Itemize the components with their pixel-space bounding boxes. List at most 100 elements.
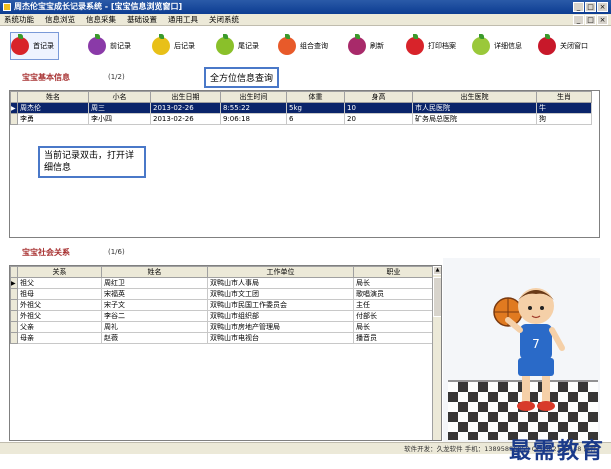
print-archive-button[interactable]: 打印档案: [406, 32, 456, 60]
cell-hospital[interactable]: 矿务局总医院: [412, 113, 537, 125]
cell-nickname[interactable]: 周三: [88, 102, 151, 114]
cell-occupation[interactable]: 局长: [353, 277, 434, 289]
cell-relation[interactable]: 外祖父: [17, 310, 102, 322]
refresh-button[interactable]: 刷新: [348, 32, 384, 60]
col-birth-time[interactable]: 出生时间: [220, 91, 287, 103]
cell-person-name[interactable]: 赵薇: [101, 332, 208, 344]
basic-info-title: 宝宝基本信息: [22, 73, 70, 82]
cell-workplace[interactable]: 双鸭山市人事局: [207, 277, 354, 289]
social-scrollbar[interactable]: ▲: [432, 266, 441, 440]
close-window-button[interactable]: 关闭窗口: [538, 32, 588, 60]
cell-birth-time[interactable]: 9:06:18: [220, 113, 287, 125]
mdi-close-button[interactable]: ×: [597, 15, 608, 25]
maximize-button[interactable]: □: [585, 2, 596, 12]
col-occupation[interactable]: 职业: [353, 266, 434, 278]
cell-height[interactable]: 20: [344, 113, 413, 125]
col-name[interactable]: 姓名: [17, 91, 89, 103]
col-hospital[interactable]: 出生医院: [412, 91, 537, 103]
cell-relation[interactable]: 母亲: [17, 332, 102, 344]
table-row[interactable]: 外祖父 宋子文 双鸭山市民国工作委员会 主任: [10, 299, 434, 311]
scroll-up-icon[interactable]: ▲: [433, 266, 441, 275]
print-archive-label: 打印档案: [428, 42, 456, 50]
col-zodiac[interactable]: 生肖: [536, 91, 592, 103]
minimize-button[interactable]: _: [573, 2, 584, 12]
cell-hospital[interactable]: 市人民医院: [412, 102, 537, 114]
table-row[interactable]: 李勇 李小四 2013-02-26 9:06:18 6 20 矿务局总医院 狗: [10, 113, 592, 125]
peach-icon: [278, 34, 296, 55]
menu-settings[interactable]: 基础设置: [127, 14, 157, 25]
grid-corner: [10, 91, 18, 103]
cell-birth-date[interactable]: 2013-02-26: [150, 102, 221, 114]
mdi-restore-button[interactable]: □: [585, 15, 596, 25]
col-nickname[interactable]: 小名: [88, 91, 151, 103]
next-record-button[interactable]: 后记录: [152, 32, 195, 60]
query-callout: 全方位信息查询: [204, 67, 280, 88]
cell-person-name[interactable]: 周红卫: [101, 277, 208, 289]
cell-zodiac[interactable]: 狗: [536, 113, 592, 125]
cell-person-name[interactable]: 宋福英: [101, 288, 208, 300]
table-row[interactable]: 父亲 周礼 双鸭山市房地产管理局 局长: [10, 321, 434, 333]
cell-birth-time[interactable]: 8:55:22: [220, 102, 287, 114]
row-indicator: [10, 332, 18, 344]
menu-browse[interactable]: 信息浏览: [45, 14, 75, 25]
window-title: 周杰伦宝宝成长记录系统 - [宝宝信息浏览窗口]: [14, 2, 183, 11]
close-button[interactable]: ×: [597, 2, 608, 12]
menu-collect[interactable]: 信息采集: [86, 14, 116, 25]
col-height[interactable]: 身高: [344, 91, 413, 103]
table-row[interactable]: ▶ 祖父 周红卫 双鸭山市人事局 局长: [10, 277, 434, 289]
col-weight[interactable]: 体重: [286, 91, 345, 103]
cell-workplace[interactable]: 双鸭山市电视台: [207, 332, 354, 344]
cell-relation[interactable]: 父亲: [17, 321, 102, 333]
scroll-thumb[interactable]: [433, 277, 441, 317]
last-record-button[interactable]: 尾记录: [216, 32, 259, 60]
menu-system[interactable]: 系统功能: [4, 14, 34, 25]
col-workplace[interactable]: 工作单位: [207, 266, 354, 278]
cell-occupation[interactable]: 歌唱演员: [353, 288, 434, 300]
toolbar: 首记录 前记录 后记录 尾记录 组合查询 刷新 打印档案 详细信息 关闭窗口: [0, 26, 600, 64]
menu-close[interactable]: 关闭系统: [209, 14, 239, 25]
cell-workplace[interactable]: 双鸭山市组织部: [207, 310, 354, 322]
detail-info-button[interactable]: 详细信息: [472, 32, 522, 60]
cell-relation[interactable]: 祖父: [17, 277, 102, 289]
detail-info-label: 详细信息: [494, 42, 522, 50]
cell-relation[interactable]: 祖母: [17, 288, 102, 300]
row-indicator: ▶: [10, 102, 18, 114]
social-grid[interactable]: 关系 姓名 工作单位 职业 ▶ 祖父 周红卫 双鸭山市人事局 局长 祖母 宋福英…: [9, 265, 442, 441]
cell-person-name[interactable]: 周礼: [101, 321, 208, 333]
table-row[interactable]: 母亲 赵薇 双鸭山市电视台 播音员: [10, 332, 434, 344]
cell-workplace[interactable]: 双鸭山市文工团: [207, 288, 354, 300]
cell-relation[interactable]: 外祖父: [17, 299, 102, 311]
table-row[interactable]: ▶ 周杰伦 周三 2013-02-26 8:55:22 5kg 10 市人民医院…: [10, 102, 592, 114]
table-row[interactable]: 祖母 宋福英 双鸭山市文工团 歌唱演员: [10, 288, 434, 300]
cell-occupation[interactable]: 主任: [353, 299, 434, 311]
combined-query-label: 组合查询: [300, 42, 328, 50]
cell-occupation[interactable]: 局长: [353, 321, 434, 333]
cell-zodiac[interactable]: 牛: [536, 102, 592, 114]
cell-workplace[interactable]: 双鸭山市民国工作委员会: [207, 299, 354, 311]
cell-weight[interactable]: 5kg: [286, 102, 345, 114]
window-titlebar[interactable]: 周杰伦宝宝成长记录系统 - [宝宝信息浏览窗口]: [0, 0, 611, 14]
cell-weight[interactable]: 6: [286, 113, 345, 125]
col-birth-date[interactable]: 出生日期: [150, 91, 221, 103]
cell-birth-date[interactable]: 2013-02-26: [150, 113, 221, 125]
mdi-minimize-button[interactable]: _: [573, 15, 584, 25]
apple-red-icon: [538, 34, 556, 55]
cell-person-name[interactable]: 宋子文: [101, 299, 208, 311]
cell-occupation[interactable]: 播音员: [353, 332, 434, 344]
col-person-name[interactable]: 姓名: [101, 266, 208, 278]
table-row[interactable]: 外祖父 李谷二 双鸭山市组织部 付部长: [10, 310, 434, 322]
combined-query-button[interactable]: 组合查询: [278, 32, 328, 60]
cell-height[interactable]: 10: [344, 102, 413, 114]
first-record-button[interactable]: 首记录: [10, 32, 59, 60]
cell-occupation[interactable]: 付部长: [353, 310, 434, 322]
cell-person-name[interactable]: 李谷二: [101, 310, 208, 322]
cell-name[interactable]: 周杰伦: [17, 102, 89, 114]
row-indicator: [10, 288, 18, 300]
menu-tools[interactable]: 通用工具: [168, 14, 198, 25]
cell-nickname[interactable]: 李小四: [88, 113, 151, 125]
cell-name[interactable]: 李勇: [17, 113, 89, 125]
cell-workplace[interactable]: 双鸭山市房地产管理局: [207, 321, 354, 333]
grid-corner: [10, 266, 18, 278]
col-relation[interactable]: 关系: [17, 266, 102, 278]
prev-record-button[interactable]: 前记录: [88, 32, 131, 60]
